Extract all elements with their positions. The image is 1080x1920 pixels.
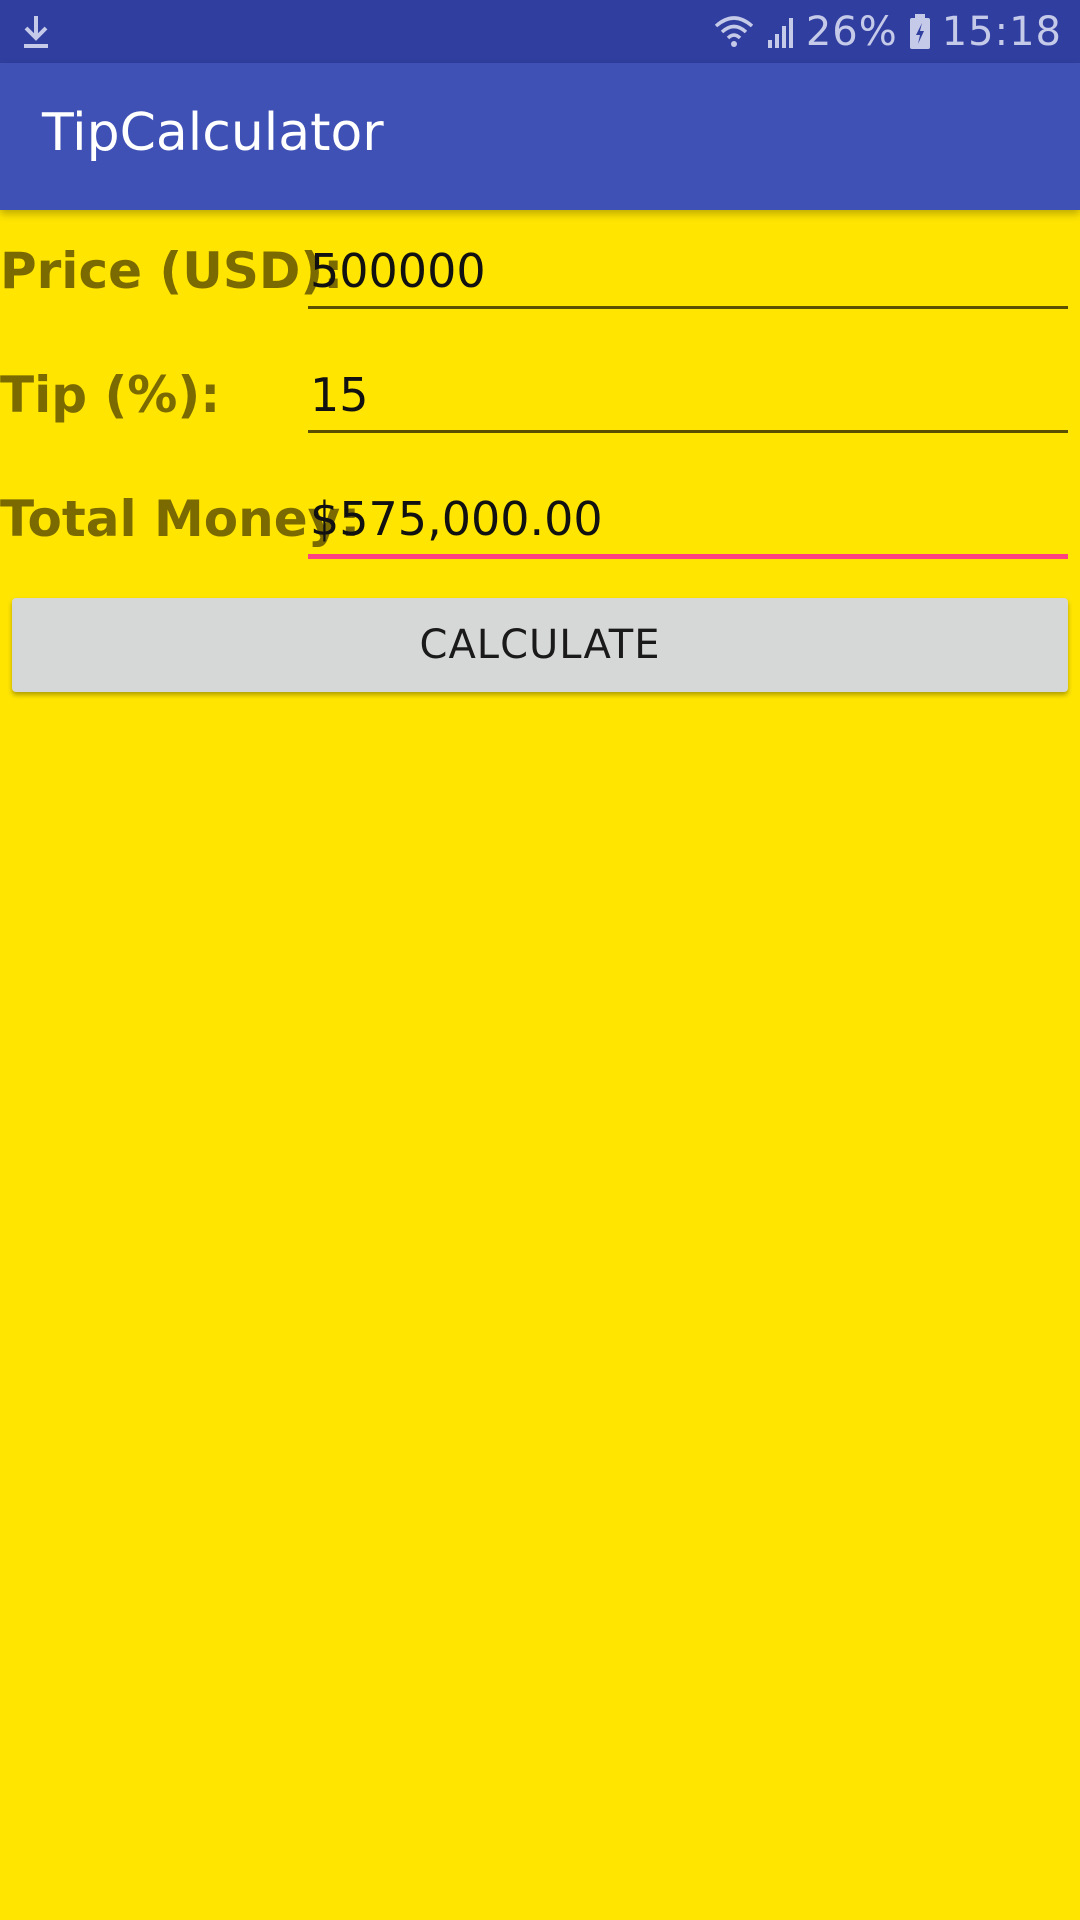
tip-label: Tip (%): [0,366,221,424]
signal-icon [766,14,796,50]
wifi-icon [712,14,756,50]
status-bar: 26% 15:18 [0,0,1080,63]
status-indicators: 26% 15:18 [712,0,1062,63]
battery-percent: 26% [805,8,898,55]
app-title: TipCalculator [42,103,384,163]
price-label: Price (USD): [0,242,344,300]
app-bar: TipCalculator [0,63,1080,210]
tip-input[interactable] [308,360,1068,430]
price-input[interactable] [308,236,1068,306]
download-icon [18,12,54,52]
battery-icon [908,13,932,51]
total-input[interactable] [308,484,1068,554]
clock: 15:18 [941,8,1062,55]
total-field[interactable] [308,484,1068,559]
calculate-button[interactable]: CALCULATE [12,598,1068,692]
price-field[interactable] [308,236,1068,309]
tip-field[interactable] [308,360,1068,433]
total-label: Total Money: [0,490,361,548]
